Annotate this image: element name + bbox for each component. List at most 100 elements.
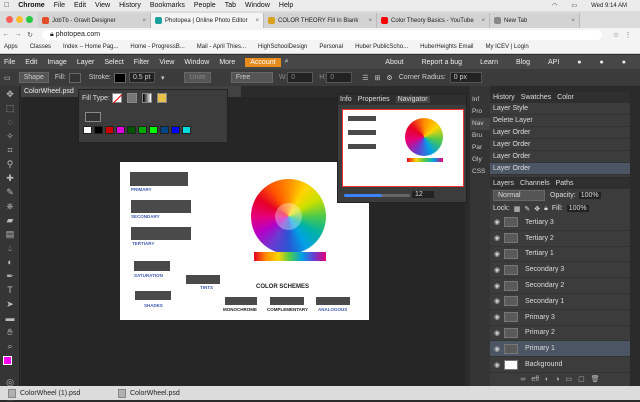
tab-layers[interactable]: Layers xyxy=(493,180,514,187)
pattern-fill-icon[interactable] xyxy=(157,93,167,103)
adjustment-layer-icon[interactable]: ◑ xyxy=(555,376,559,383)
gear-icon[interactable]: ⚙ xyxy=(386,74,392,82)
layer-mask-icon[interactable]: ◐ xyxy=(545,376,549,383)
foreground-color-swatch[interactable] xyxy=(3,356,12,365)
menu-file[interactable]: File xyxy=(4,59,15,66)
hand-tool-icon[interactable]: ✋︎ xyxy=(4,326,16,338)
lock-all-icon[interactable]: 🔒︎ xyxy=(544,205,548,213)
eye-icon[interactable]: ◉ xyxy=(490,329,504,337)
color-swatch[interactable] xyxy=(116,126,125,134)
eyedropper-tool-icon[interactable]: ⚲ xyxy=(4,158,16,170)
lasso-tool-icon[interactable]: ◌ xyxy=(4,116,16,128)
layer-row[interactable]: ◉ Primary 1 xyxy=(490,341,630,358)
account-button[interactable]: Account xyxy=(245,57,281,67)
panel-brush-short[interactable]: Bru xyxy=(470,130,490,142)
type-tool-icon[interactable]: T xyxy=(4,284,16,296)
link-layers-icon[interactable]: ∞ xyxy=(520,376,525,383)
tab-color[interactable]: Color xyxy=(557,94,574,101)
color-swatch[interactable] xyxy=(94,126,103,134)
tab-history[interactable]: History xyxy=(493,94,515,101)
history-item[interactable]: Layer Order xyxy=(490,163,630,175)
zoom-slider[interactable] xyxy=(344,194,410,197)
clone-tool-icon[interactable]: ⎈ xyxy=(4,200,16,212)
bookmark-huber-public[interactable]: Huber PublicScho... xyxy=(355,44,408,50)
gradient-fill-icon[interactable] xyxy=(142,93,152,103)
layer-row[interactable]: ◉ Tertiary 1 xyxy=(490,247,630,263)
close-tab-icon[interactable]: × xyxy=(142,18,146,24)
width-input[interactable]: 0 xyxy=(287,72,314,83)
mac-menu-tab[interactable]: Tab xyxy=(225,2,236,9)
mac-menu-help[interactable]: Help xyxy=(279,2,293,9)
eye-icon[interactable]: ◉ xyxy=(490,250,504,258)
twitter-icon[interactable]: ● xyxy=(600,59,604,66)
eye-icon[interactable]: ◉ xyxy=(490,218,504,226)
marquee-tool-icon[interactable]: ⬚ xyxy=(4,102,16,114)
solid-fill-icon[interactable] xyxy=(127,93,137,103)
menu-window[interactable]: Window xyxy=(184,59,209,66)
api-link[interactable]: API xyxy=(548,59,559,66)
browser-tab-photopea[interactable]: Photopea | Online Photo Editor × xyxy=(151,13,264,28)
bookmark-progressbook[interactable]: Home - ProgressB... xyxy=(130,44,184,50)
blog-link[interactable]: Blog xyxy=(516,59,530,66)
reload-icon[interactable]: ↻ xyxy=(24,31,36,39)
menu-view[interactable]: View xyxy=(159,59,174,66)
clock[interactable]: Wed 9:14 AM xyxy=(591,3,627,9)
crop-tool-icon[interactable]: ⌗ xyxy=(4,144,16,156)
fill-input[interactable]: 100% xyxy=(566,205,589,212)
blur-tool-icon[interactable]: 💧︎ xyxy=(4,242,16,254)
download-item[interactable]: ColorWheel.psd xyxy=(110,388,210,398)
menu-edit[interactable]: Edit xyxy=(25,59,37,66)
menu-layer[interactable]: Layer xyxy=(77,59,95,66)
new-layer-icon[interactable]: ▢ xyxy=(578,375,585,383)
history-item[interactable]: Delete Layer xyxy=(490,115,630,127)
reddit-icon[interactable]: ● xyxy=(577,59,581,66)
stroke-size-input[interactable]: 0.5 pt xyxy=(128,72,155,83)
layer-row[interactable]: ◉ Secondary 2 xyxy=(490,278,630,294)
layer-row[interactable]: ◉ Tertiary 3 xyxy=(490,215,630,231)
delete-layer-icon[interactable]: 🗑︎ xyxy=(591,375,600,383)
navigator-preview[interactable] xyxy=(342,109,464,187)
mac-menu-history[interactable]: History xyxy=(119,2,141,9)
color-swatch[interactable] xyxy=(149,126,158,134)
layer-row[interactable]: ◉ Tertiary 2 xyxy=(490,231,630,247)
star-icon[interactable]: ☆ xyxy=(610,31,622,39)
fill-swatch[interactable] xyxy=(68,72,81,83)
no-fill-icon[interactable] xyxy=(112,93,123,104)
panel-info-short[interactable]: Inf xyxy=(470,94,490,106)
history-item[interactable]: Layer Order xyxy=(490,139,630,151)
facebook-icon[interactable]: ● xyxy=(622,59,626,66)
color-swatch[interactable] xyxy=(138,126,147,134)
eye-icon[interactable]: ◉ xyxy=(490,234,504,242)
bookmark-mail[interactable]: Mail - April Thies... xyxy=(197,44,246,50)
healing-tool-icon[interactable]: ✚ xyxy=(4,172,16,184)
mac-menu-file[interactable]: File xyxy=(54,2,65,9)
menu-select[interactable]: Select xyxy=(104,59,123,66)
magic-wand-tool-icon[interactable]: ✧ xyxy=(4,130,16,142)
browser-tab-new[interactable]: New Tab × xyxy=(490,13,580,28)
bookmark-index[interactable]: Index -- Home Pag... xyxy=(63,44,118,50)
menu-filter[interactable]: Filter xyxy=(134,59,150,66)
close-tab-icon[interactable]: × xyxy=(571,18,575,24)
color-swatch[interactable] xyxy=(105,126,114,134)
forward-icon[interactable]: → xyxy=(12,31,24,38)
eye-icon[interactable]: ◉ xyxy=(490,297,504,305)
arrange-icon[interactable]: ⊞ xyxy=(375,74,381,82)
eye-icon[interactable]: ◉ xyxy=(490,282,504,290)
report-bug-link[interactable]: Report a bug xyxy=(422,59,462,66)
corner-radius-input[interactable]: 0 px xyxy=(449,72,482,83)
lock-transparency-icon[interactable]: ▦ xyxy=(514,205,521,213)
document-canvas[interactable]: PRIMARY SECONDARY TERTIARY SATURATION TI… xyxy=(120,162,369,320)
history-item[interactable]: Layer Style xyxy=(490,103,630,115)
shape-mode-dropdown[interactable]: Shape xyxy=(18,72,49,83)
panel-glyphs-short[interactable]: Gly xyxy=(470,154,490,166)
layer-row[interactable]: ◉ Secondary 1 xyxy=(490,294,630,310)
new-group-icon[interactable]: ▭ xyxy=(565,375,572,383)
mac-menu-view[interactable]: View xyxy=(95,2,110,9)
window-zoom-icon[interactable] xyxy=(26,16,33,23)
pen-tool-icon[interactable]: ✒ xyxy=(4,270,16,282)
close-tab-icon[interactable]: × xyxy=(481,18,485,24)
eye-icon[interactable]: ◉ xyxy=(490,313,504,321)
align-icon[interactable]: ☰ xyxy=(362,74,368,82)
panel-css-short[interactable]: CSS xyxy=(470,166,490,178)
zoom-input[interactable]: 12 xyxy=(412,191,434,198)
